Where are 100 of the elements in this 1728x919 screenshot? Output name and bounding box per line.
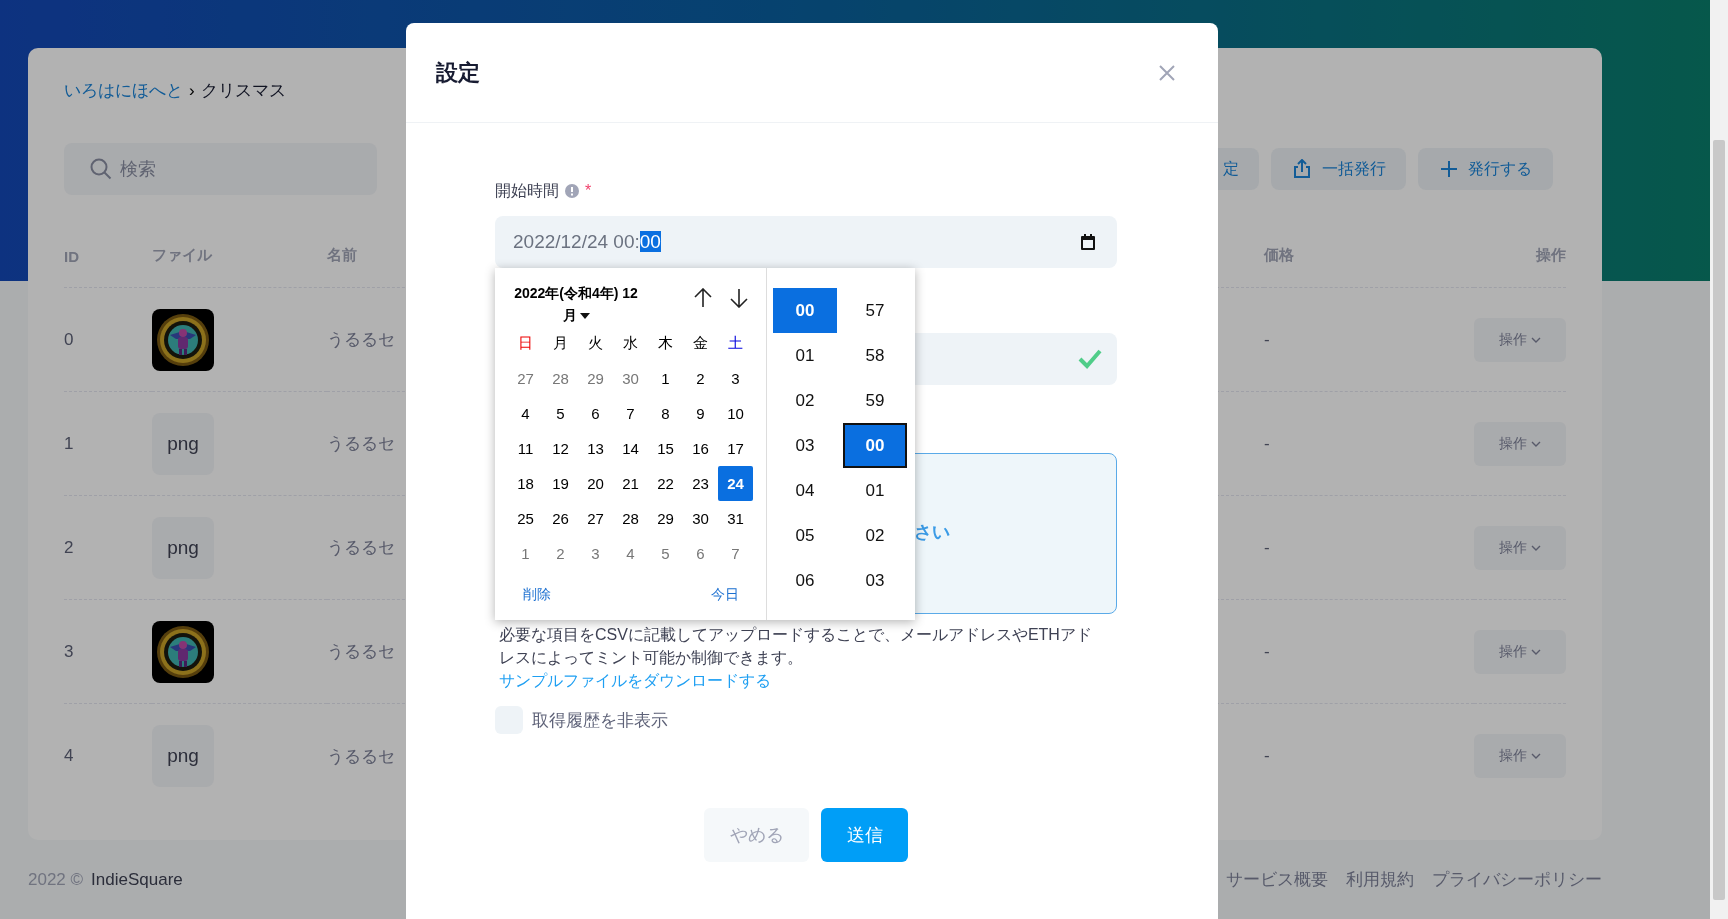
chevron-down-icon	[1531, 753, 1541, 759]
clear-link[interactable]: 削除	[523, 586, 551, 604]
calendar-day[interactable]: 18	[508, 466, 543, 501]
hour-option[interactable]: 02	[773, 378, 837, 423]
calendar-day[interactable]: 23	[683, 466, 718, 501]
calendar-day[interactable]: 25	[508, 501, 543, 536]
calendar-day[interactable]: 3	[578, 536, 613, 571]
calendar-day[interactable]: 16	[683, 431, 718, 466]
hour-option[interactable]: 06	[773, 558, 837, 603]
calendar-icon[interactable]	[1081, 234, 1095, 250]
hour-option[interactable]: 00	[773, 288, 837, 333]
arrow-up-icon[interactable]	[694, 288, 712, 308]
calendar-day[interactable]: 2	[683, 361, 718, 396]
upload-icon	[1291, 159, 1312, 179]
calendar-day[interactable]: 12	[543, 431, 578, 466]
required-mark: *	[585, 182, 592, 200]
table-cell: -	[1264, 537, 1270, 558]
calendar-day[interactable]: 30	[613, 361, 648, 396]
arrow-down-icon[interactable]	[730, 288, 748, 308]
calendar-day[interactable]: 28	[543, 361, 578, 396]
calendar-day[interactable]: 5	[648, 536, 683, 571]
table-cell: -	[1264, 641, 1270, 662]
minute-option[interactable]: 02	[843, 513, 907, 558]
weekday-label: 金	[692, 333, 709, 353]
minute-option[interactable]: 59	[843, 378, 907, 423]
table-cell: -	[1264, 746, 1270, 766]
table-cell: 3	[64, 641, 74, 662]
calendar-day[interactable]: 24	[718, 466, 753, 501]
brand-link[interactable]: IndieSquare	[91, 870, 183, 889]
calendar-day[interactable]: 27	[508, 361, 543, 396]
file-type-tile: png	[152, 725, 214, 787]
table-cell-text: うるるセ	[327, 641, 395, 663]
table-cell-text: うるるセ	[327, 745, 395, 768]
column-header: ファイル	[152, 246, 212, 265]
calendar-day[interactable]: 1	[648, 361, 683, 396]
calendar-day[interactable]: 3	[718, 361, 753, 396]
calendar-day[interactable]: 29	[578, 361, 613, 396]
calendar-day[interactable]: 1	[508, 536, 543, 571]
minute-option[interactable]: 58	[843, 333, 907, 378]
calendar-day[interactable]: 15	[648, 431, 683, 466]
weekday-label: 火	[587, 333, 604, 353]
table-cell: -	[1264, 433, 1270, 454]
calendar-day[interactable]: 17	[718, 431, 753, 466]
dialog-title: 設定	[436, 58, 480, 87]
column-header: 価格	[1264, 246, 1294, 265]
scrollbar-thumb[interactable]	[1713, 140, 1725, 900]
field-label: 開始時間	[495, 180, 559, 201]
calendar-day[interactable]: 5	[543, 396, 578, 431]
calendar-day[interactable]: 30	[683, 501, 718, 536]
calendar-day[interactable]: 9	[683, 396, 718, 431]
today-link[interactable]: 今日	[711, 586, 739, 604]
calendar-day[interactable]: 6	[683, 536, 718, 571]
minute-option[interactable]: 57	[843, 288, 907, 333]
calendar-day[interactable]: 27	[578, 501, 613, 536]
minute-option[interactable]: 00	[843, 423, 907, 468]
calendar-day[interactable]: 19	[543, 466, 578, 501]
calendar-day[interactable]: 4	[508, 396, 543, 431]
calendar-day[interactable]: 7	[613, 396, 648, 431]
breadcrumb-separator: ›	[189, 80, 195, 102]
minute-option[interactable]: 03	[843, 558, 907, 603]
breadcrumb-current: クリスマス	[200, 80, 286, 102]
calendar-day[interactable]: 22	[648, 466, 683, 501]
calendar-day[interactable]: 31	[718, 501, 753, 536]
weekday-label: 月	[552, 333, 569, 353]
weekday-label: 土	[727, 333, 744, 353]
calendar-day[interactable]: 10	[718, 396, 753, 431]
calendar-day[interactable]: 6	[578, 396, 613, 431]
weekday-label: 日	[517, 333, 534, 353]
calendar-day[interactable]: 21	[613, 466, 648, 501]
calendar-day[interactable]: 11	[508, 431, 543, 466]
hour-option[interactable]: 01	[773, 333, 837, 378]
calendar-day[interactable]: 20	[578, 466, 613, 501]
calendar-day[interactable]: 29	[648, 501, 683, 536]
calendar-day[interactable]: 2	[543, 536, 578, 571]
calendar-day[interactable]: 14	[613, 431, 648, 466]
chevron-down-icon	[1531, 648, 1541, 655]
upload-hint: さい	[914, 522, 950, 542]
column-header: 名前	[327, 246, 357, 265]
hour-option[interactable]: 05	[773, 513, 837, 558]
hour-option[interactable]: 04	[773, 468, 837, 513]
datetime-field[interactable]: 2022/12/24 00:00	[495, 216, 1117, 268]
table-cell: 2	[64, 537, 74, 558]
caret-icon[interactable]	[579, 313, 590, 320]
scrollbar[interactable]	[1710, 0, 1728, 919]
weekday-label: 木	[657, 333, 674, 353]
month-selector[interactable]: 2022年(令和4年) 12 月	[508, 282, 644, 326]
calendar-day[interactable]: 4	[613, 536, 648, 571]
description-text: 必要な項目をCSVに記載してアップロードすることで、メールアドレスやETHアドレスによってミント可能か制御できます。	[498, 625, 1093, 668]
calendar-day[interactable]: 7	[718, 536, 753, 571]
table-cell-text: うるるセ	[327, 537, 395, 559]
calendar-day[interactable]: 8	[648, 396, 683, 431]
hour-option[interactable]: 03	[773, 423, 837, 468]
table-cell: 0	[64, 329, 74, 350]
calendar-day[interactable]: 26	[543, 501, 578, 536]
calendar-day[interactable]: 28	[613, 501, 648, 536]
minute-option[interactable]: 01	[843, 468, 907, 513]
calendar-day[interactable]: 13	[578, 431, 613, 466]
weekday-label: 水	[622, 333, 639, 353]
search-field[interactable]: 検索	[64, 143, 377, 195]
table-cell: -	[1264, 329, 1270, 350]
